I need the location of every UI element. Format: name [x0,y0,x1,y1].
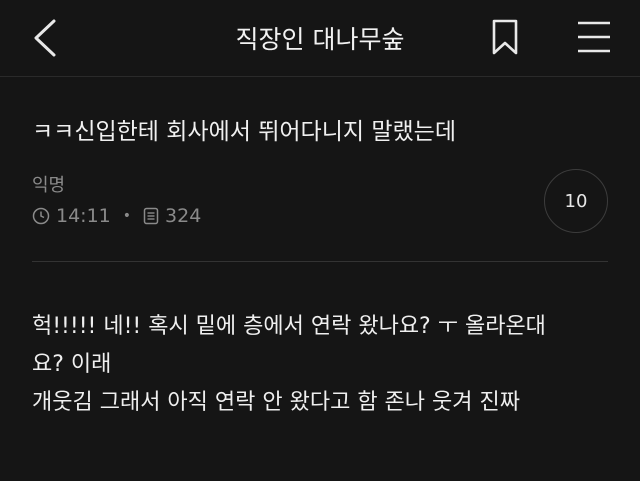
page-title: 직장인 대나무숲 [235,25,405,54]
post-body-line: 개웃김 그래서 아직 연락 안 왔다고 함 존나 웃겨 진짜 [32,390,520,415]
hamburger-menu-icon[interactable] [576,20,612,54]
meta-separator: • [122,208,132,224]
divider [32,261,608,262]
view-count: 324 [165,205,202,227]
post-body-line: 헉!!!!! 네!! 혹시 밑에 층에서 연락 왔나요? ㅜ 올라온대 [32,314,546,339]
post-body: 헉!!!!! 네!! 혹시 밑에 층에서 연락 왔나요? ㅜ 올라온대 요? 이… [32,308,612,422]
document-icon [143,207,159,225]
post-meta: 14:11 • 324 [32,205,201,227]
post-body-line: 요? 이래 [32,352,112,377]
comment-count-badge[interactable]: 10 [544,169,608,233]
post-title: ㅋㅋ신입한테 회사에서 뛰어다니지 말랬는데 [32,119,456,145]
top-bar: 직장인 대나무숲 [0,0,640,77]
bookmark-icon[interactable] [490,18,520,56]
post-author: 익명 [32,175,66,196]
clock-icon [32,207,50,225]
post-time: 14:11 [56,205,111,227]
